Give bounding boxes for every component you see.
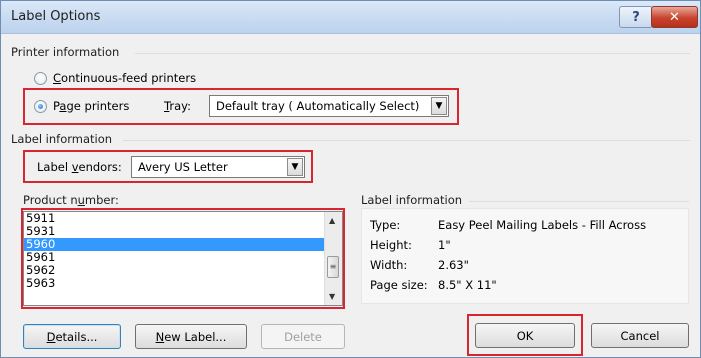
new-label-button-label: New Label... (155, 329, 227, 344)
help-icon: ? (632, 9, 640, 25)
continuous-feed-radio[interactable] (34, 71, 47, 85)
product-number-label: Product number: (23, 193, 119, 207)
page-printers-option[interactable]: Page printers (34, 99, 129, 113)
width-value: 2.63" (438, 258, 469, 272)
height-key: Height: (370, 238, 412, 252)
new-label-button[interactable]: New Label... (135, 324, 247, 349)
close-icon: ✕ (669, 9, 680, 25)
label-details-panel: Type: Easy Peel Mailing Labels - Fill Ac… (361, 208, 689, 304)
delete-button-label: Delete (284, 329, 322, 344)
label-information-label: Label information (11, 132, 113, 146)
printer-information-divider (135, 53, 690, 54)
tray-label: Tray: (164, 99, 191, 113)
type-key: Type: (370, 218, 401, 232)
list-item-selected[interactable]: 5960 (24, 238, 326, 251)
details-button[interactable]: Details... (23, 324, 121, 349)
details-divider (469, 201, 689, 202)
label-vendors-label: Label vendors: (37, 160, 122, 174)
ok-button-label: OK (516, 328, 534, 343)
height-row: Height: 1" (370, 238, 451, 252)
cancel-button[interactable]: Cancel (591, 323, 689, 348)
page-printers-radio[interactable] (34, 99, 47, 113)
scroll-up-icon[interactable]: ▲ (329, 216, 335, 225)
page-size-row: Page size: 8.5" X 11" (370, 278, 497, 292)
close-button[interactable]: ✕ (651, 6, 698, 28)
height-value: 1" (438, 238, 451, 252)
product-number-list[interactable]: 5911 5931 5960 5961 5962 5963 ▲ ≡ ▼ (23, 211, 343, 306)
page-size-value: 8.5" X 11" (438, 278, 497, 292)
page-printers-label: Page printers (53, 99, 130, 113)
list-scrollbar[interactable]: ▲ ≡ ▼ (324, 212, 342, 305)
tray-select[interactable]: Default tray ( Automatically Select) ▼ (209, 95, 449, 117)
details-button-label: Details... (46, 329, 98, 344)
scroll-down-icon[interactable]: ▼ (329, 292, 335, 301)
scroll-thumb[interactable]: ≡ (327, 256, 339, 278)
tray-value: Default tray ( Automatically Select) (216, 99, 420, 113)
list-item[interactable]: 5963 (24, 277, 326, 290)
label-vendors-select[interactable]: Avery US Letter ▼ (131, 156, 305, 178)
width-row: Width: 2.63" (370, 258, 469, 272)
cancel-button-label: Cancel (620, 328, 660, 343)
list-item[interactable]: 5911 (24, 212, 326, 225)
delete-button[interactable]: Delete (261, 324, 345, 349)
label-options-dialog: Label Options ? ✕ Printer information Co… (0, 0, 701, 358)
help-button[interactable]: ? (619, 6, 653, 28)
width-key: Width: (370, 258, 408, 272)
label-vendors-value: Avery US Letter (138, 160, 228, 174)
chevron-down-icon[interactable]: ▼ (287, 158, 303, 176)
type-row: Type: Easy Peel Mailing Labels - Fill Ac… (370, 218, 646, 232)
list-item[interactable]: 5962 (24, 264, 326, 277)
chevron-down-icon[interactable]: ▼ (431, 97, 447, 115)
details-group-label: Label information (361, 193, 463, 207)
continuous-feed-label: Continuous-feed printers (53, 71, 197, 85)
ok-button[interactable]: OK (475, 323, 575, 348)
list-item[interactable]: 5931 (24, 225, 326, 238)
list-item[interactable]: 5961 (24, 251, 326, 264)
type-value: Easy Peel Mailing Labels - Fill Across (438, 218, 647, 232)
label-information-divider (123, 140, 690, 141)
page-size-key: Page size: (370, 278, 428, 292)
title-bar: Label Options ? ✕ (1, 1, 700, 34)
window-title: Label Options (11, 9, 101, 24)
continuous-feed-option[interactable]: Continuous-feed printers (34, 71, 196, 85)
printer-information-label: Printer information (11, 45, 120, 59)
